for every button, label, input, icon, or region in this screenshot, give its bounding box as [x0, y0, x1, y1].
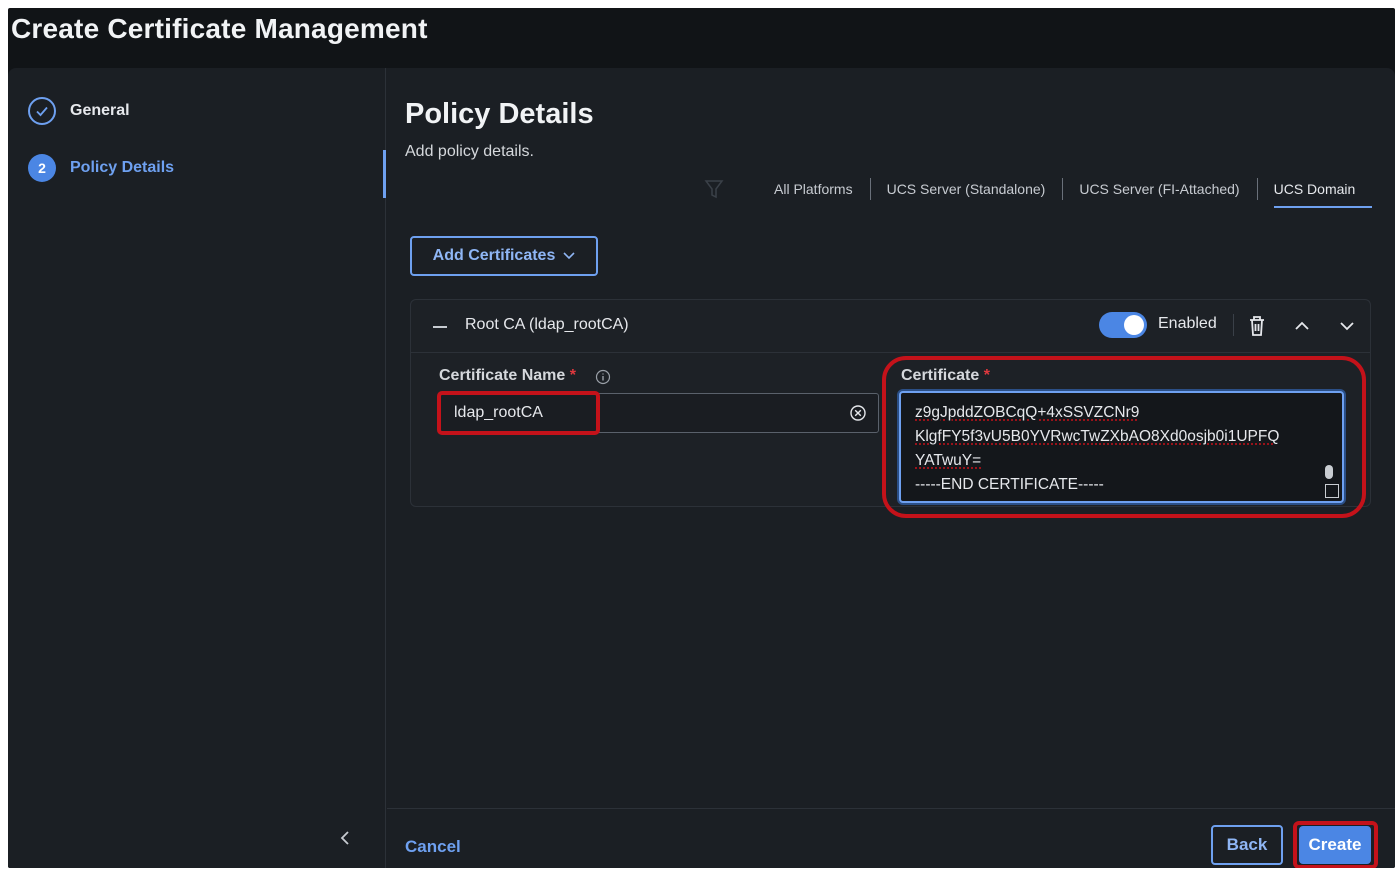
certificate-label-text: Certificate: [901, 367, 980, 384]
textarea-scrollbar-thumb[interactable]: [1325, 465, 1333, 479]
certificate-line: KlgfFY5f3vU5B0YVRwcTwZXbAO8Xd0osjb0i1UPF…: [915, 428, 1280, 445]
certificate-textarea[interactable]: . . . . . . . . . . . . . . . . . . . . …: [899, 391, 1344, 503]
chevron-down-icon: [563, 247, 575, 265]
certificate-label: Certificate *: [901, 367, 990, 385]
platform-tabs: All Platforms UCS Server (Standalone) UC…: [757, 178, 1373, 208]
certificate-name-label: Certificate Name *: [439, 367, 576, 385]
certificate-line: z9gJpddZOBCqQ+4xSSVZCNr9: [915, 404, 1140, 421]
certificate-line: YATwuY=: [915, 452, 982, 469]
wizard-footer: Cancel Back Create: [387, 808, 1395, 868]
tab-ucs-server-standalone[interactable]: UCS Server (Standalone): [869, 178, 1063, 200]
certificate-content: . . . . . . . . . . . . . . . . . . . . …: [915, 393, 1279, 497]
section-title: Policy Details: [405, 98, 594, 130]
main-panel: Policy Details Add policy details. All P…: [387, 68, 1395, 868]
chevron-down-icon[interactable]: [1336, 313, 1358, 339]
certificate-card-header: Root CA (ldap_rootCA) Enabled: [411, 300, 1370, 353]
collapse-sidebar-button[interactable]: [333, 828, 357, 852]
certificate-line: -----END CERTIFICATE-----: [915, 476, 1104, 493]
enabled-toggle[interactable]: [1099, 312, 1147, 338]
textarea-resize-handle[interactable]: [1325, 484, 1339, 498]
certificate-line-partial: . . . . . . . . . . . . . . . . . . . . …: [915, 393, 1279, 401]
step-policy-details[interactable]: 2 Policy Details: [28, 154, 174, 182]
chevron-up-icon[interactable]: [1291, 313, 1313, 339]
trash-icon[interactable]: [1245, 313, 1269, 339]
step-label: Policy Details: [70, 159, 175, 176]
header-divider: [1233, 314, 1234, 336]
chevron-left-icon: [339, 829, 351, 852]
create-button[interactable]: Create: [1299, 826, 1371, 864]
step-number-badge: 2: [28, 154, 56, 182]
check-circle-icon: [28, 97, 56, 125]
step-label: General: [70, 102, 130, 119]
certificate-name-label-text: Certificate Name: [439, 367, 566, 384]
wizard-stepper: General 2 Policy Details: [8, 68, 386, 868]
certificate-card: Root CA (ldap_rootCA) Enabled Certificat…: [410, 299, 1371, 518]
add-certificates-label: Add Certificates: [432, 247, 556, 264]
app-window: Create Certificate Management General 2 …: [8, 8, 1395, 868]
page-title: Create Certificate Management: [11, 13, 428, 44]
cancel-button[interactable]: Cancel: [405, 837, 461, 857]
collapse-minus-icon[interactable]: [433, 326, 447, 328]
enabled-label: Enabled: [1158, 315, 1217, 332]
add-certificates-button[interactable]: Add Certificates: [410, 236, 598, 276]
tab-all-platforms[interactable]: All Platforms: [757, 178, 870, 200]
clear-input-icon[interactable]: [849, 404, 867, 422]
certificate-name-input[interactable]: [439, 393, 879, 433]
toggle-knob: [1124, 315, 1144, 335]
required-mark: *: [983, 367, 990, 384]
info-icon[interactable]: [595, 369, 611, 385]
filter-icon[interactable]: [704, 178, 724, 200]
step-general[interactable]: General: [28, 97, 130, 125]
certificate-card-title: Root CA (ldap_rootCA): [465, 316, 629, 333]
wizard-body: General 2 Policy Details Policy Details …: [8, 68, 1395, 868]
back-button[interactable]: Back: [1211, 825, 1283, 865]
section-subtitle: Add policy details.: [405, 143, 534, 160]
tab-ucs-server-fi-attached[interactable]: UCS Server (FI-Attached): [1062, 178, 1256, 200]
tab-ucs-domain[interactable]: UCS Domain: [1256, 178, 1373, 208]
required-mark: *: [569, 367, 576, 384]
active-step-indicator: [383, 150, 386, 198]
